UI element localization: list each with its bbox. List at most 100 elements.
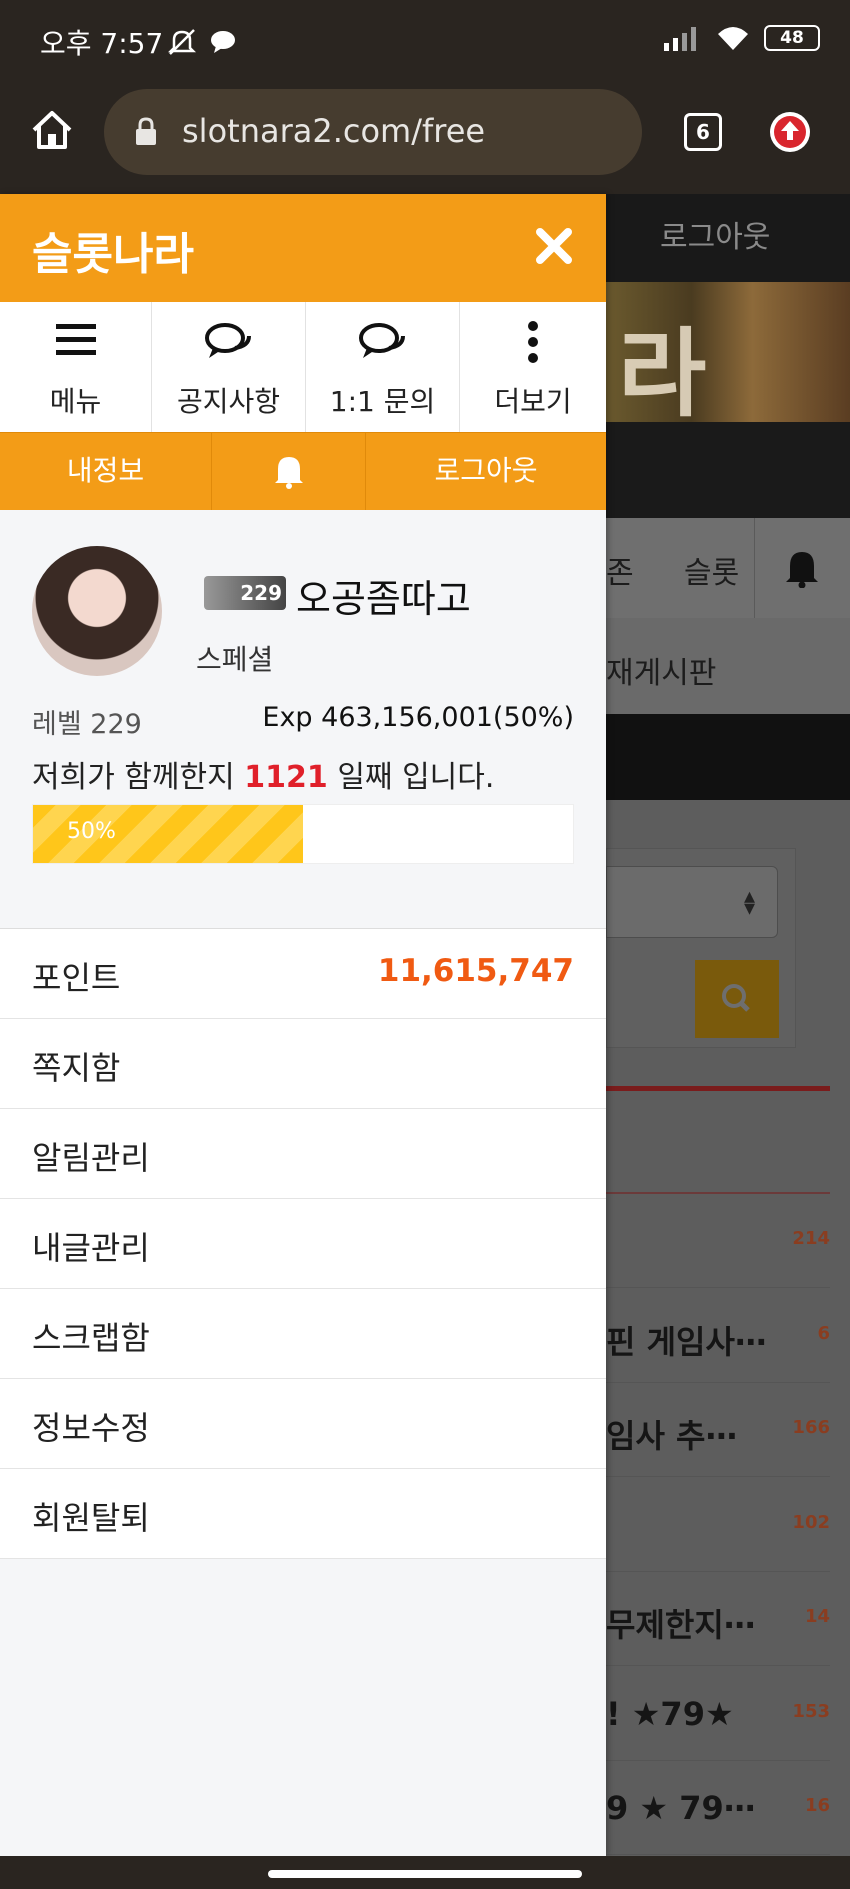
bg-banner: 라: [606, 282, 850, 430]
menu-item-notification-settings[interactable]: 알림관리: [0, 1109, 606, 1199]
update-button[interactable]: [770, 112, 810, 152]
url-bar[interactable]: slotnara2.com/free: [104, 89, 642, 175]
bg-header: 로그아웃: [606, 194, 850, 282]
inquiry-label: 1:1 문의: [329, 385, 436, 418]
menu-item-edit-profile[interactable]: 정보수정: [0, 1379, 606, 1469]
search-icon: [722, 984, 750, 1012]
bg-dark-band: [606, 422, 850, 518]
bg-board-title-text: 재게시판: [606, 656, 717, 691]
bg-post-row: 102: [606, 1478, 830, 1572]
level-text: 레벨 229: [32, 709, 142, 740]
bg-dark-band: [606, 714, 850, 800]
tab-switcher-button[interactable]: 6: [684, 113, 722, 151]
menu-item-label: 알림관리: [32, 1139, 150, 1177]
bg-comment-count: 6: [817, 1322, 830, 1344]
bg-post-title: 핀 게임사⋯: [606, 1322, 767, 1361]
bg-comment-count: 102: [792, 1511, 830, 1533]
tab-notifications[interactable]: [212, 433, 366, 511]
bg-divider: [606, 1086, 830, 1091]
drawer-tabs: 내정보 로그아웃: [0, 432, 606, 511]
notice-button[interactable]: 공지사항: [152, 302, 306, 432]
mute-icon: [167, 29, 197, 55]
bg-post-row: 214: [606, 1194, 830, 1288]
bg-logout-link: 로그아웃: [660, 220, 771, 255]
more-button[interactable]: 더보기: [460, 302, 606, 432]
menu-item-withdraw[interactable]: 회원탈퇴: [0, 1469, 606, 1559]
membership-prefix: 저희가 함께한지: [32, 760, 235, 795]
bg-comment-count: 214: [792, 1228, 830, 1249]
exp-progress-label: 50%: [67, 819, 116, 844]
status-right: 48: [662, 24, 820, 52]
bg-comment-count: 14: [804, 1606, 830, 1627]
system-nav-bar: [0, 1856, 850, 1889]
menu-item-my-posts[interactable]: 내글관리: [0, 1199, 606, 1289]
home-indicator[interactable]: [268, 1870, 582, 1878]
membership-days: 저희가 함께한지 1121 일째 입니다.: [32, 752, 494, 796]
url-text: slotnara2.com/free: [182, 112, 486, 150]
notice-label: 공지사항: [176, 385, 281, 418]
sort-arrows-icon: ▴ ▾: [743, 884, 755, 921]
message-icon: [211, 31, 235, 53]
points-label: 포인트: [32, 959, 121, 997]
chat-icon: [358, 323, 405, 358]
bell-icon: [786, 552, 818, 588]
status-bar: 오후 7:57 48: [0, 0, 850, 84]
chat-icon: [204, 323, 251, 358]
menu-item-scraps[interactable]: 스크랩함: [0, 1289, 606, 1379]
bg-select: ▴ ▾: [606, 866, 778, 938]
drawer-quick-menu: 메뉴 공지사항 1:1 문의 더보기: [0, 302, 606, 432]
membership-suffix: 일째 입니다.: [337, 760, 495, 795]
bg-post-row: 임사 추⋯ 166: [606, 1383, 830, 1477]
bg-post-title: 임사 추⋯: [606, 1417, 738, 1455]
menu-item-label: 쪽지함: [32, 1049, 121, 1087]
bg-banner-text: 라: [618, 318, 707, 430]
more-vertical-icon: [528, 321, 538, 363]
bg-comment-count: 16: [804, 1795, 830, 1816]
battery-indicator: 48: [764, 25, 820, 51]
update-arrow-icon: [774, 116, 806, 148]
bg-post-row: 무제한지⋯ 14: [606, 1572, 830, 1666]
hamburger-icon: [55, 324, 96, 355]
bg-post-row: ! ★79★ 153: [606, 1667, 830, 1761]
menu-item-points[interactable]: 포인트 11,615,747: [0, 929, 606, 1019]
signal-icon: [664, 27, 696, 51]
menu-item-label: 내글관리: [32, 1229, 150, 1267]
bell-icon: [274, 457, 303, 489]
menu-item-messages[interactable]: 쪽지함: [0, 1019, 606, 1109]
bg-post-title: 9 ★ 79⋯: [606, 1789, 756, 1827]
close-icon[interactable]: [532, 224, 576, 268]
menu-label: 메뉴: [49, 385, 102, 418]
member-grade: 스페셜: [196, 643, 274, 676]
menu-item-label: 스크랩함: [32, 1319, 150, 1357]
bg-nav-item: 슬롯: [684, 556, 740, 591]
bg-nav: 존 슬롯: [606, 518, 850, 618]
menu-item-label: 회원탈퇴: [32, 1499, 150, 1537]
bg-post-row: 9 ★ 79⋯ 16: [606, 1761, 830, 1855]
bg-nav-item: 존: [606, 556, 634, 591]
drawer-menu: 포인트 11,615,747 쪽지함 알림관리 내글관리 스크랩함 정보수정 회…: [0, 928, 606, 1559]
membership-day-count: 1121: [244, 760, 328, 795]
level-badge: 229: [204, 576, 286, 610]
inquiry-button[interactable]: 1:1 문의: [306, 302, 460, 432]
home-icon[interactable]: [28, 106, 76, 154]
bg-post-title: ! ★79★: [606, 1694, 734, 1733]
bg-board-title: 재게시판: [606, 618, 850, 714]
points-value: 11,615,747: [377, 953, 574, 989]
bg-comment-count: 166: [792, 1417, 830, 1438]
bg-comment-count: 153: [792, 1700, 830, 1722]
drawer-header: 슬롯나라: [0, 194, 606, 302]
bg-post-row: 핀 게임사⋯ 6: [606, 1289, 830, 1383]
tab-logout[interactable]: 로그아웃: [366, 433, 606, 511]
more-label: 더보기: [494, 385, 572, 418]
nickname: 오공좀따고: [296, 577, 471, 621]
site-logo: 슬롯나라: [32, 229, 194, 280]
wifi-icon: [718, 27, 748, 50]
browser-toolbar: slotnara2.com/free 6: [0, 84, 850, 194]
menu-button[interactable]: 메뉴: [0, 302, 152, 432]
exp-progress-bar: 50%: [32, 804, 574, 864]
bg-search-button: [695, 960, 779, 1038]
avatar: [32, 546, 162, 676]
lock-icon: [136, 117, 156, 145]
exp-text: Exp 463,156,001(50%): [262, 702, 574, 733]
tab-myinfo[interactable]: 내정보: [0, 433, 212, 511]
